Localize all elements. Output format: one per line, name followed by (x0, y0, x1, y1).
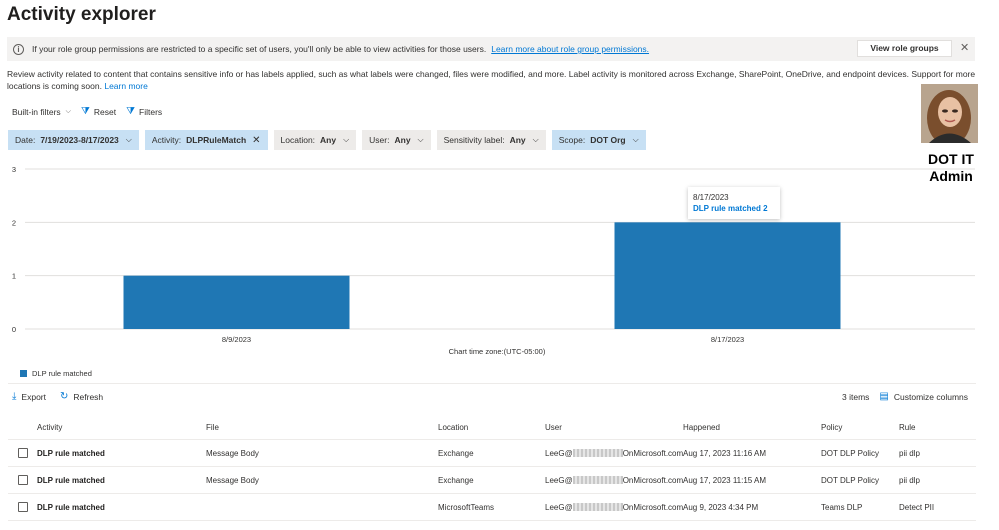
learn-more-link[interactable]: Learn more (104, 81, 147, 91)
view-role-groups-button[interactable]: View role groups (857, 40, 952, 57)
description-text: Review activity related to content that … (7, 69, 976, 91)
rule-cell: pii dlp (899, 448, 920, 458)
column-header-rule[interactable]: Rule (899, 423, 969, 432)
happened-cell: Aug 17, 2023 11:15 AM (683, 475, 767, 485)
download-icon: ⤓ (12, 391, 17, 402)
table-header: Activity File Location User Happened Pol… (8, 415, 976, 440)
happened-cell: Aug 17, 2023 11:16 AM (683, 448, 767, 458)
user-cell: LeeG@ OnMicrosoft.com (545, 502, 683, 512)
refresh-icon: ↻ (60, 391, 69, 402)
divider (8, 383, 976, 384)
row-checkbox[interactable] (18, 448, 28, 458)
column-header-user[interactable]: User (545, 423, 683, 432)
close-icon[interactable]: ✕ (252, 135, 260, 146)
location-filter[interactable]: Location: Any ⌵ (273, 130, 357, 150)
column-header-happened[interactable]: Happened (683, 423, 821, 432)
redacted-text (572, 476, 623, 485)
page-description: Review activity related to content that … (7, 68, 977, 92)
table-row[interactable]: DLP rule matched Message Body Exchange L… (8, 467, 976, 494)
activity-cell: DLP rule matched (37, 448, 105, 458)
redacted-text (572, 503, 623, 512)
close-icon[interactable]: ✕ (960, 41, 969, 54)
avatar (921, 84, 978, 143)
filter-chips: Date: 7/19/2023-8/17/2023 ⌵ Activity: DLPR… (8, 130, 652, 150)
chevron-down-icon: ⌵ (632, 135, 639, 144)
y-tick-label: 1 (12, 272, 16, 281)
y-tick-label: 2 (12, 218, 16, 227)
tooltip-date: 8/17/2023 (693, 193, 729, 202)
permissions-banner: i If your role group permissions are res… (7, 37, 975, 61)
chevron-down-icon: ⌵ (125, 135, 132, 144)
sensitivity-label-filter[interactable]: Sensitivity label: Any ⌵ (436, 130, 546, 150)
redacted-text (572, 449, 623, 458)
location-cell: Exchange (438, 448, 474, 458)
banner-text: If your role group permissions are restr… (32, 44, 487, 54)
filters-button[interactable]: ⧩ Filters (126, 106, 162, 117)
activity-cell: DLP rule matched (37, 502, 105, 512)
column-header-activity[interactable]: Activity (37, 423, 206, 432)
table-row[interactable]: DLP rule matched Message Body Exchange L… (8, 440, 976, 467)
activity-table: Activity File Location User Happened Pol… (8, 415, 976, 521)
chevron-down-icon: ⌵ (417, 135, 424, 144)
activity-filter[interactable]: Activity: DLPRuleMatch ✕ (144, 130, 268, 150)
file-cell: Message Body (206, 448, 259, 458)
refresh-button[interactable]: ↻ Refresh (60, 391, 103, 402)
filter-toolbar: Built-in filters ⌵ ⧩ Reset ⧩ Filters (12, 106, 172, 117)
row-checkbox[interactable] (18, 475, 28, 485)
legend-label: DLP rule matched (32, 369, 92, 378)
filter-icon: ⧩ (126, 106, 136, 117)
scope-filter[interactable]: Scope: DOT Org ⌵ (551, 130, 646, 150)
chart-x-axis-label: Chart time zone:(UTC-05:00) (449, 347, 546, 356)
chart-tooltip: 8/17/2023 DLP rule matched 2 (688, 187, 780, 219)
activity-cell: DLP rule matched (37, 475, 105, 485)
column-header-file[interactable]: File (206, 423, 438, 432)
role-group-link[interactable]: Learn more about role group permissions. (491, 44, 649, 54)
page-title: Activity explorer (7, 4, 156, 25)
table-row[interactable]: DLP rule matched MicrosoftTeams LeeG@ OnM… (8, 494, 976, 521)
file-cell: Message Body (206, 475, 259, 485)
customize-columns-button[interactable]: Customize columns (894, 392, 968, 402)
user-cell: LeeG@ OnMicrosoft.com (545, 475, 683, 485)
chart-bar[interactable] (123, 275, 350, 329)
chevron-down-icon: ⌵ (532, 135, 539, 144)
info-icon: i (13, 43, 24, 55)
user-filter[interactable]: User: Any ⌵ (362, 130, 431, 150)
reset-button[interactable]: ⧩ Reset (81, 106, 116, 117)
x-tick-label: 8/9/2023 (222, 335, 251, 344)
user-cell: LeeG@ OnMicrosoft.com (545, 448, 683, 458)
column-header-policy[interactable]: Policy (821, 423, 899, 432)
chevron-down-icon: ⌵ (65, 107, 71, 115)
y-tick-label: 3 (12, 165, 16, 174)
chart-bar[interactable] (614, 222, 841, 329)
export-button[interactable]: ⤓ Export (12, 391, 46, 402)
x-tick-label: 8/17/2023 (711, 335, 744, 344)
chevron-down-icon: ⌵ (343, 135, 350, 144)
activity-chart: 0 1 2 3 8/9/2023 8/17/2023 Chart time zone:(… (12, 165, 975, 356)
tooltip-value: DLP rule matched 2 (693, 204, 768, 213)
row-checkbox[interactable] (18, 502, 28, 512)
policy-cell: DOT DLP Policy (821, 448, 879, 458)
builtin-filters-dropdown[interactable]: Built-in filters ⌵ (12, 107, 71, 117)
items-count: 3 items (842, 391, 870, 402)
y-tick-label: 0 (12, 325, 16, 334)
location-cell: MicrosoftTeams (438, 502, 495, 512)
policy-cell: DOT DLP Policy (821, 475, 879, 485)
happened-cell: Aug 9, 2023 4:34 PM (683, 502, 759, 512)
rule-cell: Detect PII (899, 502, 935, 512)
table-toolbar: ⤓ Export ↻ Refresh (12, 391, 117, 402)
column-header-location[interactable]: Location (438, 423, 545, 432)
date-filter[interactable]: Date: 7/19/2023-8/17/2023 ⌵ (8, 130, 139, 150)
policy-cell: Teams DLP (821, 502, 863, 512)
location-cell: Exchange (438, 475, 474, 485)
columns-icon: ▤ (879, 391, 889, 402)
legend-swatch (20, 370, 27, 377)
table-right-tools: 3 items ▤ Customize columns (842, 391, 968, 402)
rule-cell: pii dlp (899, 475, 920, 485)
reset-filter-icon: ⧩ (80, 106, 90, 117)
chart-legend[interactable]: DLP rule matched (20, 369, 92, 378)
